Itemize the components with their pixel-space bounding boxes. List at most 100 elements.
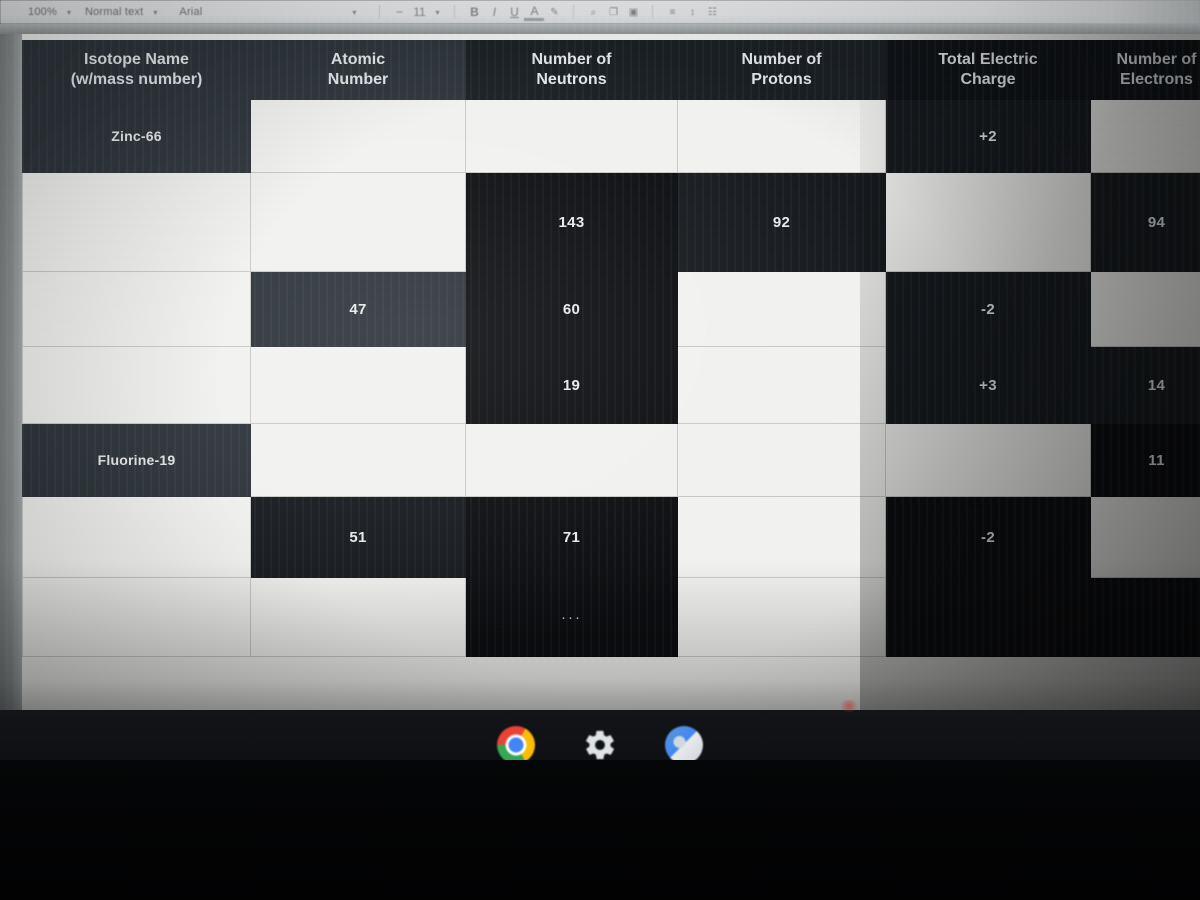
cell-isotope-name[interactable]: Fluorine-19: [22, 423, 251, 497]
cell-isotope-name[interactable]: [22, 496, 251, 578]
underline-icon[interactable]: U: [504, 5, 524, 19]
line-spacing-icon[interactable]: ↕: [682, 7, 702, 18]
cell-electrons[interactable]: [1090, 271, 1200, 347]
table-row: ···: [22, 577, 1200, 657]
toolbar-shadow: [0, 24, 1200, 34]
cell-value: -2: [981, 300, 995, 318]
cell-atomic-number[interactable]: 51: [250, 496, 466, 578]
cell-isotope-name[interactable]: [22, 271, 251, 347]
isotope-table[interactable]: Isotope Name (w/mass number) Atomic Numb…: [22, 40, 1200, 657]
text-color-icon[interactable]: A: [524, 4, 545, 21]
cell-value: Fluorine-19: [97, 451, 176, 468]
cell-isotope-name[interactable]: [22, 346, 251, 424]
column-header-line: Electrons: [1120, 71, 1193, 88]
italic-icon[interactable]: I: [484, 5, 504, 19]
cell-electrons[interactable]: [1090, 99, 1200, 173]
highlight-color-icon[interactable]: ✎: [544, 7, 564, 18]
add-comment-icon[interactable]: ❐: [603, 7, 623, 18]
cell-value: 47: [349, 300, 367, 318]
zoom-control[interactable]: 100%: [28, 6, 57, 18]
cell-neutrons[interactable]: 19: [465, 346, 678, 424]
column-header-electrons: Number of Electrons: [1090, 40, 1200, 100]
device-bezel: [0, 760, 1200, 900]
toolbar-divider: [652, 5, 654, 19]
column-header-neutrons: Number of Neutrons: [465, 40, 678, 100]
cell-charge[interactable]: -2: [885, 496, 1091, 578]
settings-gear-icon[interactable]: [581, 726, 619, 775]
cell-electrons[interactable]: 94: [1090, 172, 1200, 272]
insert-link-icon[interactable]: ⌕: [583, 7, 603, 18]
cell-charge[interactable]: [885, 172, 1091, 272]
column-header-line: Charge: [960, 71, 1016, 88]
cell-neutrons[interactable]: 71: [465, 496, 678, 578]
chrome-icon[interactable]: [497, 726, 535, 775]
column-header-line: Atomic: [330, 51, 386, 68]
column-header-line: Neutrons: [536, 71, 607, 88]
cell-charge[interactable]: [885, 423, 1091, 497]
cell-atomic-number[interactable]: [250, 172, 466, 272]
cell-protons[interactable]: 92: [677, 172, 886, 272]
bold-icon[interactable]: B: [464, 5, 484, 19]
cell-isotope-name[interactable]: [22, 172, 251, 272]
cell-value: 51: [349, 528, 367, 546]
cell-charge[interactable]: -2: [885, 271, 1091, 347]
cell-electrons[interactable]: [1090, 577, 1200, 657]
files-app-icon[interactable]: [665, 726, 703, 775]
paragraph-style-chevron-down-icon[interactable]: ▾: [153, 8, 157, 17]
column-header-line: Number: [327, 71, 389, 88]
cell-protons[interactable]: [677, 271, 886, 347]
table-header-row: Isotope Name (w/mass number) Atomic Numb…: [22, 40, 1200, 100]
cell-charge[interactable]: [885, 577, 1091, 657]
column-header-line: Number of: [531, 51, 612, 68]
cell-protons[interactable]: [677, 346, 886, 424]
cell-value: 92: [772, 213, 791, 231]
cell-neutrons[interactable]: 60: [465, 271, 678, 347]
cell-atomic-number[interactable]: [250, 99, 466, 173]
paragraph-style-control[interactable]: Normal text: [85, 6, 143, 18]
cell-charge[interactable]: +2: [885, 99, 1091, 173]
toolbar-divider: [379, 5, 381, 19]
list-icon[interactable]: ☷: [702, 7, 722, 18]
cell-value: +2: [979, 127, 997, 145]
table-row: 143 92 94: [22, 172, 1200, 272]
column-header-protons: Number of Protons: [677, 40, 886, 100]
cell-atomic-number[interactable]: [250, 423, 466, 497]
cell-protons[interactable]: [677, 423, 886, 497]
cell-value: Zinc-66: [111, 127, 162, 144]
align-icon[interactable]: ≡: [662, 7, 682, 18]
document-page[interactable]: Isotope Name (w/mass number) Atomic Numb…: [0, 34, 1200, 710]
column-header-line: (w/mass number): [70, 71, 203, 88]
font-family-chevron-down-icon[interactable]: ▾: [352, 8, 356, 17]
insert-image-icon[interactable]: ▣: [623, 7, 643, 18]
cell-neutrons[interactable]: 143: [465, 172, 678, 272]
column-header-line: Number of: [1116, 51, 1197, 68]
column-header-line: Number of: [741, 51, 822, 68]
font-family-control[interactable]: Arial: [179, 6, 202, 18]
column-header-line: Protons: [751, 71, 812, 88]
cell-protons[interactable]: [677, 99, 886, 173]
cell-electrons[interactable]: [1090, 496, 1200, 578]
cell-electrons[interactable]: 11: [1090, 423, 1200, 497]
toolbar-divider: [573, 5, 575, 19]
docs-toolbar: 100% ▾ Normal text ▾ Arial ▾ − 11 ▾ B I …: [0, 0, 1200, 24]
cell-atomic-number[interactable]: [250, 577, 466, 657]
font-size-chevron-down-icon[interactable]: ▾: [435, 8, 439, 17]
cell-neutrons[interactable]: ···: [465, 577, 678, 657]
cell-neutrons[interactable]: [465, 423, 678, 497]
decrease-font-size-icon[interactable]: −: [389, 5, 409, 19]
cell-value: 19: [562, 376, 581, 394]
cell-charge[interactable]: +3: [885, 346, 1091, 424]
cell-value: 14: [1147, 376, 1166, 394]
cell-isotope-name[interactable]: [22, 577, 251, 657]
table-row: 47 60 -2: [22, 271, 1200, 347]
font-size-value[interactable]: 11: [409, 5, 429, 19]
cell-atomic-number[interactable]: [250, 346, 466, 424]
cell-value: -2: [981, 528, 995, 546]
cell-atomic-number[interactable]: 47: [250, 271, 466, 347]
cell-protons[interactable]: [677, 496, 886, 578]
cell-electrons[interactable]: 14: [1090, 346, 1200, 424]
zoom-value: 100%: [28, 6, 57, 18]
zoom-chevron-down-icon[interactable]: ▾: [67, 8, 71, 17]
cell-neutrons[interactable]: [465, 99, 678, 173]
cell-protons[interactable]: [677, 577, 886, 657]
